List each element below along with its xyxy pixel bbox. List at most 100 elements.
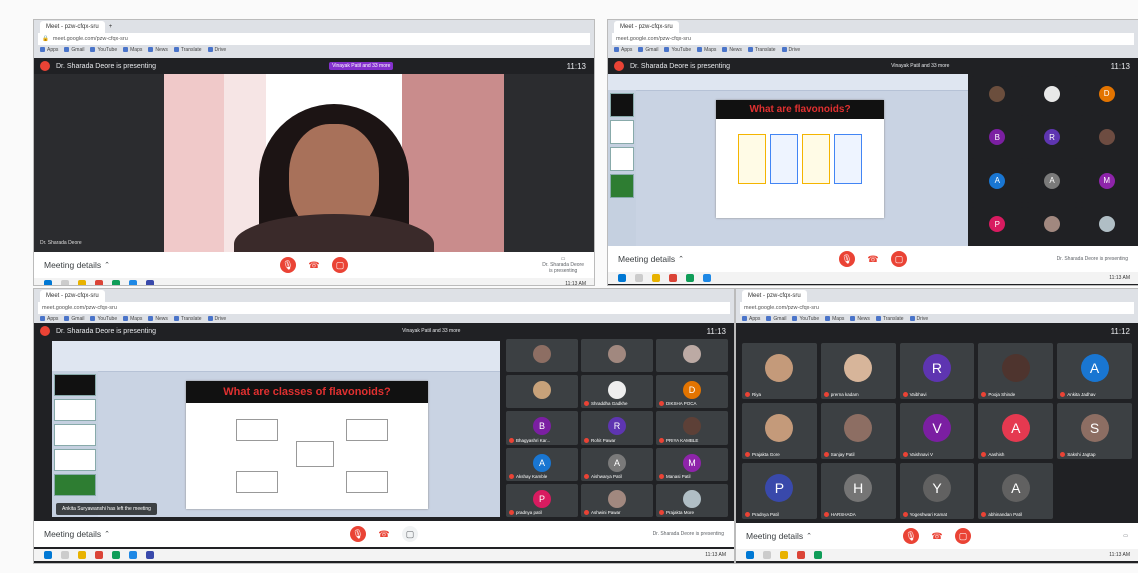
participant-tile[interactable]: prerna kadam [820,343,896,399]
participant-tile[interactable]: A [972,163,1023,203]
search-icon[interactable] [635,274,643,282]
bookmark-item[interactable]: Gmail [638,47,658,53]
end-call-icon[interactable]: ☎ [865,251,881,267]
explorer-icon[interactable] [78,280,86,285]
participant-tile[interactable] [1081,119,1132,159]
bookmark-item[interactable]: YouTube [90,316,117,322]
thumbnail[interactable] [54,399,96,421]
camera-off-icon[interactable]: ▢ [955,528,971,544]
bookmark-item[interactable]: News [148,47,168,53]
mic-off-icon[interactable]: 🎙 [350,526,366,542]
start-icon[interactable] [618,274,626,282]
bookmark-item[interactable]: Maps [123,47,142,53]
bookmark-item[interactable]: Drive [909,316,928,322]
bookmark-item[interactable]: Apps [614,47,632,53]
edge-icon[interactable] [112,280,120,285]
participant-tile[interactable]: Sanjay Patil [820,403,896,459]
start-icon[interactable] [746,551,754,559]
participant-tile[interactable]: Prajakta Gore [742,403,817,459]
mic-off-icon[interactable]: 🎙 [280,257,296,273]
participant-tile[interactable]: S Sakshi Jagtap [1057,403,1132,459]
bookmark-item[interactable]: Gmail [766,316,786,322]
bookmark-item[interactable]: Maps [123,316,142,322]
chrome-icon[interactable] [95,551,103,559]
address-bar[interactable]: 🔒 meet.google.com/pzw-cfqx-sru [38,33,590,45]
explorer-icon[interactable] [78,551,86,559]
browser-tab[interactable]: Meet - pzw-cfqx-sru [742,289,807,302]
bookmark-item[interactable]: Translate [173,47,202,53]
participant-tile[interactable]: H HARSHADA [820,463,896,519]
camera-off-icon[interactable]: ▢ [332,257,348,273]
participant-tile[interactable]: Pooja Shinde [978,343,1054,399]
browser-tab[interactable]: Meet - pzw-cfqx-sru [40,20,105,33]
new-tab-icon[interactable]: + [109,24,113,30]
camera-off-icon[interactable]: ▢ [891,251,907,267]
edge-icon[interactable] [686,274,694,282]
thumbnail[interactable] [54,424,96,446]
participant-tile[interactable]: M Manasi Patil [656,447,728,481]
bookmark-item[interactable]: YouTube [90,47,117,53]
bookmark-item[interactable]: YouTube [792,316,819,322]
participant-tile[interactable]: Ppradnya patil [506,483,578,517]
thumbnail[interactable] [54,449,96,471]
participant-tile[interactable]: P [972,206,1023,246]
meeting-details-button[interactable]: Meeting details [44,260,101,270]
presenter-caption[interactable]: Dr. Sharada Deore is presenting [1057,256,1128,262]
participant-tile[interactable]: D DIKSHA POCA [656,375,728,409]
thumbnail[interactable] [610,147,634,171]
thumbnail[interactable] [610,93,634,117]
participant-tile[interactable] [1026,206,1078,246]
bookmark-item[interactable]: News [850,316,870,322]
participant-tile[interactable] [972,76,1023,116]
participant-tile[interactable]: Shraddha Gadkhe [581,375,653,409]
participant-tile[interactable]: A Akshay Kamble [506,447,578,481]
bookmark-item[interactable]: Drive [207,316,226,322]
mail-icon[interactable] [146,280,154,285]
end-call-icon[interactable]: ☎ [306,257,322,273]
explorer-icon[interactable] [780,551,788,559]
participant-tile[interactable]: Prajakta More [656,483,728,517]
bookmark-item[interactable]: Apps [742,316,760,322]
participant-tile[interactable]: Y Yogeshwari Kamat [899,463,975,519]
participant-tile[interactable]: D [1081,76,1132,116]
participant-tile[interactable] [581,339,653,373]
edge-icon[interactable] [112,551,120,559]
start-icon[interactable] [44,551,52,559]
store-icon[interactable] [129,280,137,285]
participant-tile[interactable]: A Ankita Jadhav [1057,343,1132,399]
participant-tile[interactable]: V Vaishnavi V [899,403,975,459]
chrome-icon[interactable] [797,551,805,559]
search-icon[interactable] [61,280,69,285]
bookmark-item[interactable]: Drive [207,47,226,53]
mic-off-icon[interactable]: 🎙 [903,528,919,544]
participant-chip[interactable]: Vinayak Patil and 33 more [402,328,460,334]
meeting-details-button[interactable]: Meeting details [746,531,803,541]
participant-tile[interactable]: M [1081,163,1132,203]
participant-tile[interactable]: B Bhagyashri Kar... [506,411,578,445]
participant-tile[interactable]: B [972,119,1023,159]
bookmark-item[interactable]: Translate [173,316,202,322]
bookmark-item[interactable]: News [148,316,168,322]
thumbnail[interactable] [610,174,634,198]
address-bar[interactable]: meet.google.com/pzw-cfqx-sru [38,302,730,314]
chrome-icon[interactable] [669,274,677,282]
thumbnail[interactable] [54,474,96,496]
explorer-icon[interactable] [652,274,660,282]
bookmark-item[interactable]: Apps [40,47,58,53]
participant-tile[interactable]: R [1026,119,1078,159]
bookmark-item[interactable]: Maps [697,47,716,53]
bookmark-item[interactable]: Drive [781,47,800,53]
bookmark-item[interactable]: News [722,47,742,53]
meeting-details-button[interactable]: Meeting details [618,254,675,264]
participant-tile[interactable]: P Pradnya Patil [742,463,817,519]
participant-tile[interactable]: A Aashish [978,403,1054,459]
end-call-icon[interactable]: ☎ [376,526,392,542]
edge-icon[interactable] [814,551,822,559]
search-icon[interactable] [763,551,771,559]
mic-off-icon[interactable]: 🎙 [839,251,855,267]
address-bar[interactable]: meet.google.com/pzw-cfqx-sru [612,33,1134,45]
participant-tile[interactable]: R Rohit Pawar [581,411,653,445]
present-now-button[interactable]: ▭ [1123,533,1128,539]
presenter-caption[interactable]: Dr. Sharada Deore is presenting [653,531,724,537]
chevron-up-icon[interactable]: ⌃ [806,532,812,540]
